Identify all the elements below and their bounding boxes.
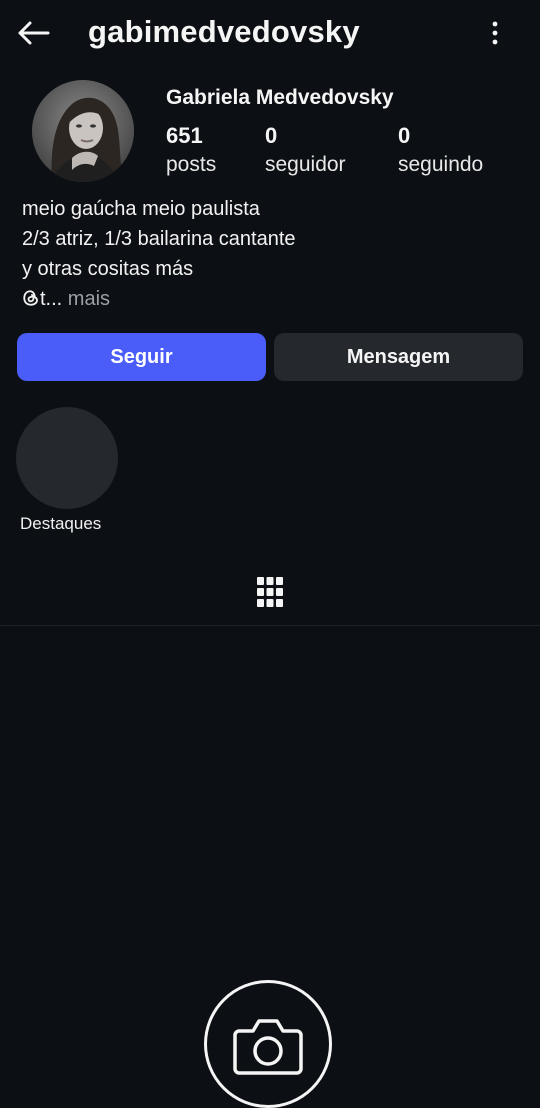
arrow-left-icon [18, 21, 50, 45]
stat-posts[interactable]: 651 posts [166, 122, 216, 180]
avatar[interactable] [32, 80, 134, 182]
bio-line: y otras cositas más [22, 258, 194, 280]
profile-full-name: Gabriela Medvedovsky [166, 86, 394, 109]
empty-posts-camera [204, 980, 332, 1108]
stat-following-value: 0 [398, 123, 411, 148]
bio-more-link[interactable]: mais [62, 288, 110, 310]
highlight-label: Destaques [20, 514, 102, 533]
stat-followers-label: seguidor [265, 153, 346, 176]
back-button[interactable] [14, 16, 52, 50]
follow-button[interactable]: Seguir [17, 333, 266, 381]
profile-username: gabimedvedovsky [88, 14, 360, 49]
stat-posts-label: posts [166, 153, 217, 176]
profile-bio: meio gaúcha meio paulista 2/3 atriz, 1/3… [22, 194, 296, 314]
stat-posts-value: 651 [166, 123, 203, 148]
stat-following[interactable]: 0 seguindo [398, 122, 483, 180]
stat-following-label: seguindo [398, 153, 484, 176]
grid-icon [257, 577, 283, 607]
more-options-button[interactable] [480, 16, 510, 50]
stat-followers-value: 0 [265, 123, 278, 148]
bio-threads-link[interactable]: t... [40, 288, 62, 310]
bio-line: meio gaúcha meio paulista [22, 198, 260, 220]
stat-followers[interactable]: 0 seguidor [265, 122, 346, 180]
threads-icon [23, 290, 38, 306]
tab-divider [0, 625, 540, 626]
camera-icon [233, 1019, 303, 1075]
message-button[interactable]: Mensagem [274, 333, 523, 381]
bio-threads-line[interactable]: t... mais [22, 284, 296, 314]
more-vertical-icon [492, 21, 498, 45]
bio-line: 2/3 atriz, 1/3 bailarina cantante [22, 228, 296, 250]
tab-posts-grid[interactable] [250, 570, 290, 614]
profile-photo [32, 80, 134, 182]
top-bar: gabimedvedovsky [0, 0, 540, 68]
highlight-circle[interactable] [16, 407, 118, 509]
